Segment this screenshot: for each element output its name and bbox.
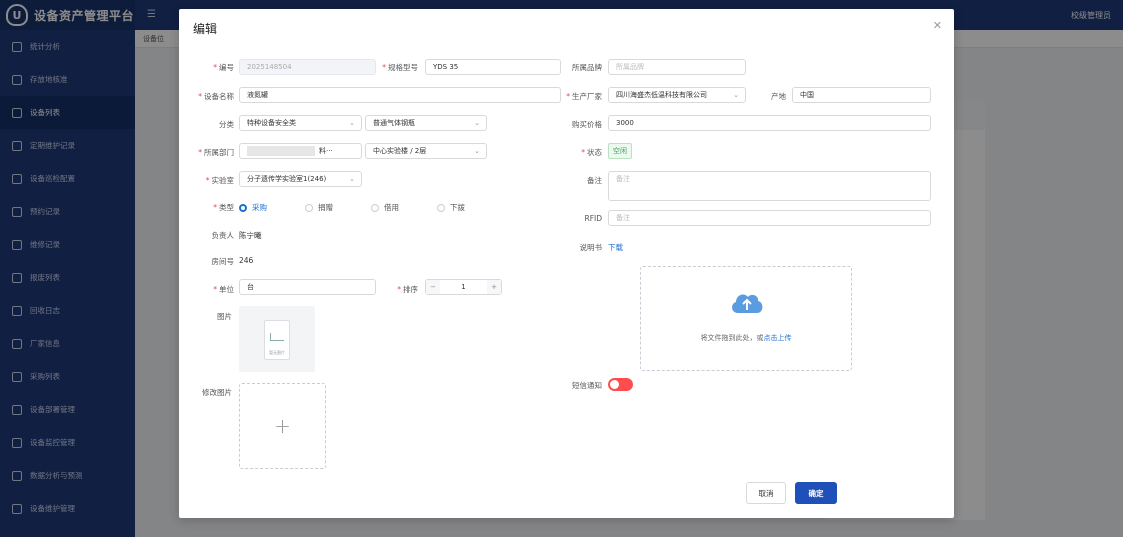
type-radio-purchase[interactable]: 采购 (239, 202, 267, 213)
sort-value[interactable]: 1 (440, 280, 487, 294)
increment-button[interactable]: + (487, 280, 501, 294)
category-label: 分类 (219, 120, 234, 129)
chevron-down-icon: ⌄ (349, 175, 355, 183)
name-field[interactable]: 液氮罐 (239, 87, 561, 103)
plus-icon: + (274, 414, 291, 438)
category-select-2[interactable]: 普通气体钢瓶 ⌄ (365, 115, 487, 131)
thumb-caption: 暂无图片 (269, 350, 285, 355)
manual-label: 说明书 (579, 243, 603, 252)
chevron-down-icon: ⌄ (733, 91, 739, 99)
code-field: 2025148504 (239, 59, 376, 75)
cloud-upload-icon (732, 294, 763, 313)
type-radio-donation[interactable]: 捐赠 (305, 202, 333, 213)
toggle-knob (610, 380, 619, 389)
image-thumbnail[interactable]: 暂无图片 (239, 306, 315, 372)
price-field[interactable]: 3000 (608, 115, 931, 131)
upload-hint: 将文件拖到此处，或点击上传 (700, 334, 792, 342)
dialog-title: 编辑 (193, 22, 218, 36)
decrement-button[interactable]: − (426, 280, 440, 294)
category-select-1[interactable]: 特种设备安全类 ⌄ (239, 115, 362, 131)
origin-field[interactable]: 中国 (792, 87, 931, 103)
dept-label: * 所属部门 (198, 148, 234, 157)
click-upload-link[interactable]: 点击上传 (764, 334, 792, 342)
confirm-button[interactable]: 确定 (795, 482, 837, 504)
code-label: * 编号 (213, 63, 234, 72)
sms-toggle[interactable] (608, 378, 633, 391)
dept-select[interactable]: 料··· (239, 143, 362, 159)
add-image-button[interactable]: + (239, 383, 326, 469)
sms-label: 短信通知 (572, 381, 602, 390)
brand-field[interactable]: 所属品牌 (608, 59, 746, 75)
unit-label: * 单位 (213, 285, 234, 294)
rfid-label: RFID (584, 214, 602, 223)
origin-label: 产地 (771, 92, 786, 101)
room-value: 246 (239, 256, 254, 265)
unit-field[interactable]: 台 (239, 279, 376, 295)
lab-select[interactable]: 分子遗传学实验室1(246) ⌄ (239, 171, 362, 187)
lab-label: * 实验室 (205, 176, 234, 185)
sort-stepper: − 1 + (425, 279, 502, 295)
status-badge: 空闲 (608, 143, 632, 159)
model-field[interactable]: YDS 35 (425, 59, 561, 75)
price-label: 购买价格 (572, 120, 602, 129)
manual-download-link[interactable]: 下载 (608, 242, 623, 253)
building-select[interactable]: 中心实验楼 / 2层 ⌄ (365, 143, 487, 159)
chevron-down-icon: ⌄ (474, 147, 480, 155)
type-label: * 类型 (213, 203, 234, 212)
type-radio-borrow[interactable]: 借用 (371, 202, 399, 213)
sort-label: * 排序 (397, 285, 418, 294)
status-label: * 状态 (581, 148, 602, 157)
cancel-button[interactable]: 取消 (746, 482, 786, 504)
owner-value: 陈宁曦 (239, 231, 262, 240)
chevron-down-icon: ⌄ (349, 119, 355, 127)
manufacturer-select[interactable]: 四川海盛杰低温科技有限公司 ⌄ (608, 87, 746, 103)
chevron-down-icon: ⌄ (474, 119, 480, 127)
brand-label: 所属品牌 (572, 63, 602, 72)
placeholder-image-icon: 暂无图片 (264, 320, 290, 360)
file-drop-zone[interactable]: 将文件拖到此处，或点击上传 (640, 266, 852, 371)
image-label: 图片 (217, 312, 232, 321)
remark-label: 备注 (587, 176, 602, 185)
name-label: * 设备名称 (198, 92, 234, 101)
owner-label: 负责人 (211, 231, 235, 240)
remark-textarea[interactable]: 备注 (608, 171, 931, 201)
rfid-field[interactable]: 备注 (608, 210, 931, 226)
manufacturer-label: * 生产厂家 (566, 92, 602, 101)
edit-image-label: 修改图片 (202, 388, 232, 397)
room-label: 房间号 (211, 257, 235, 266)
model-label: * 规格型号 (382, 63, 418, 72)
close-icon[interactable]: ✕ (933, 19, 942, 32)
type-radio-allocate[interactable]: 下拨 (437, 202, 465, 213)
